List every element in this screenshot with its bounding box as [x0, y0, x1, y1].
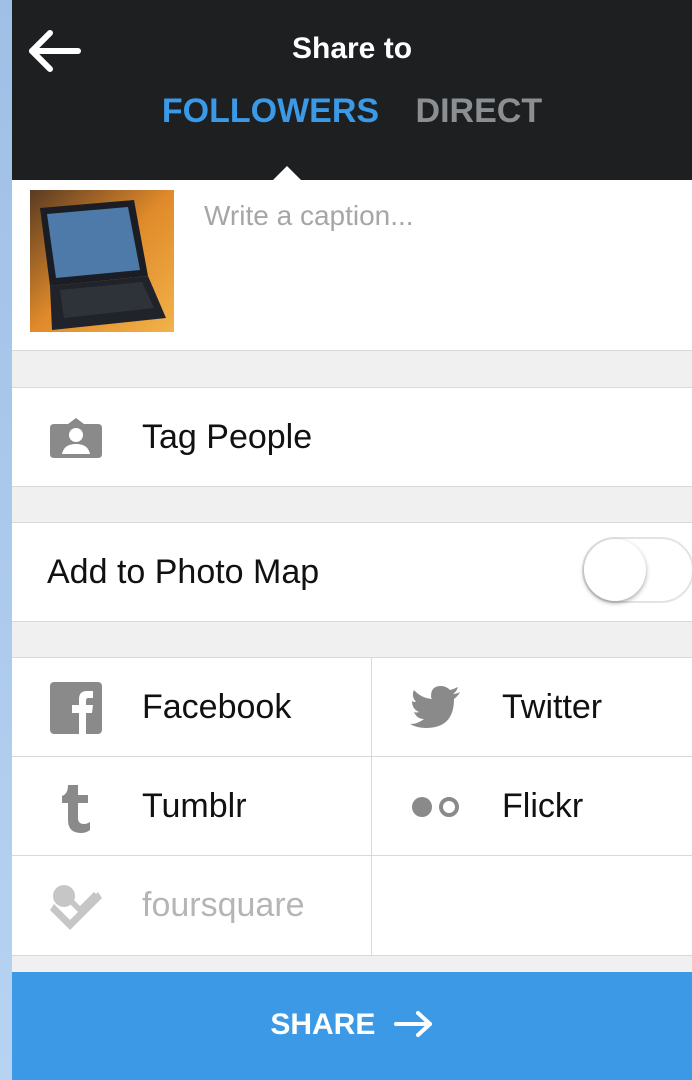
caption-section	[12, 180, 692, 351]
tumblr-option[interactable]: Tumblr	[12, 757, 352, 855]
share-label: SHARE	[270, 1008, 376, 1041]
foursquare-label: foursquare	[142, 886, 305, 924]
share-tabs: FOLLOWERS DIRECT	[12, 92, 692, 131]
share-screen: Share to FOLLOWERS DIRECT Write a captio…	[12, 0, 692, 1080]
facebook-label: Facebook	[142, 688, 292, 726]
photo-map-row: Add to Photo Map	[12, 522, 692, 622]
flickr-option[interactable]: Flickr	[372, 757, 692, 855]
caption-input[interactable]	[202, 198, 666, 322]
active-tab-indicator	[273, 166, 301, 180]
tumblr-icon	[62, 785, 90, 833]
toggle-knob	[584, 539, 646, 601]
twitter-option[interactable]: Twitter	[372, 658, 692, 756]
share-button[interactable]: SHARE	[12, 972, 692, 1080]
foursquare-option[interactable]: foursquare	[12, 856, 352, 954]
photo-thumbnail	[30, 190, 174, 332]
page-title: Share to	[291, 32, 413, 65]
flickr-icon	[412, 797, 459, 817]
tab-direct[interactable]: DIRECT	[416, 92, 543, 131]
share-networks-grid: Facebook Twitter Tumblr Flickr foursquar…	[12, 657, 692, 956]
tag-people-label: Tag People	[142, 418, 313, 456]
left-edge	[0, 0, 12, 1080]
twitter-label: Twitter	[502, 688, 603, 726]
photo-map-toggle[interactable]	[582, 537, 692, 603]
twitter-icon	[410, 686, 460, 728]
person-tag-icon	[50, 418, 102, 458]
tumblr-label: Tumblr	[142, 787, 247, 825]
flickr-label: Flickr	[502, 787, 584, 825]
photo-map-label: Add to Photo Map	[47, 553, 320, 591]
arrow-right-icon	[393, 1011, 432, 1037]
facebook-icon	[50, 682, 102, 734]
tab-followers[interactable]: FOLLOWERS	[162, 92, 379, 131]
header-bar: Share to FOLLOWERS DIRECT	[12, 0, 692, 180]
facebook-option[interactable]: Facebook	[12, 658, 352, 756]
share-button-content: SHARE	[12, 1008, 692, 1042]
tag-people-row[interactable]: Tag People	[12, 387, 692, 487]
foursquare-icon	[50, 885, 102, 930]
